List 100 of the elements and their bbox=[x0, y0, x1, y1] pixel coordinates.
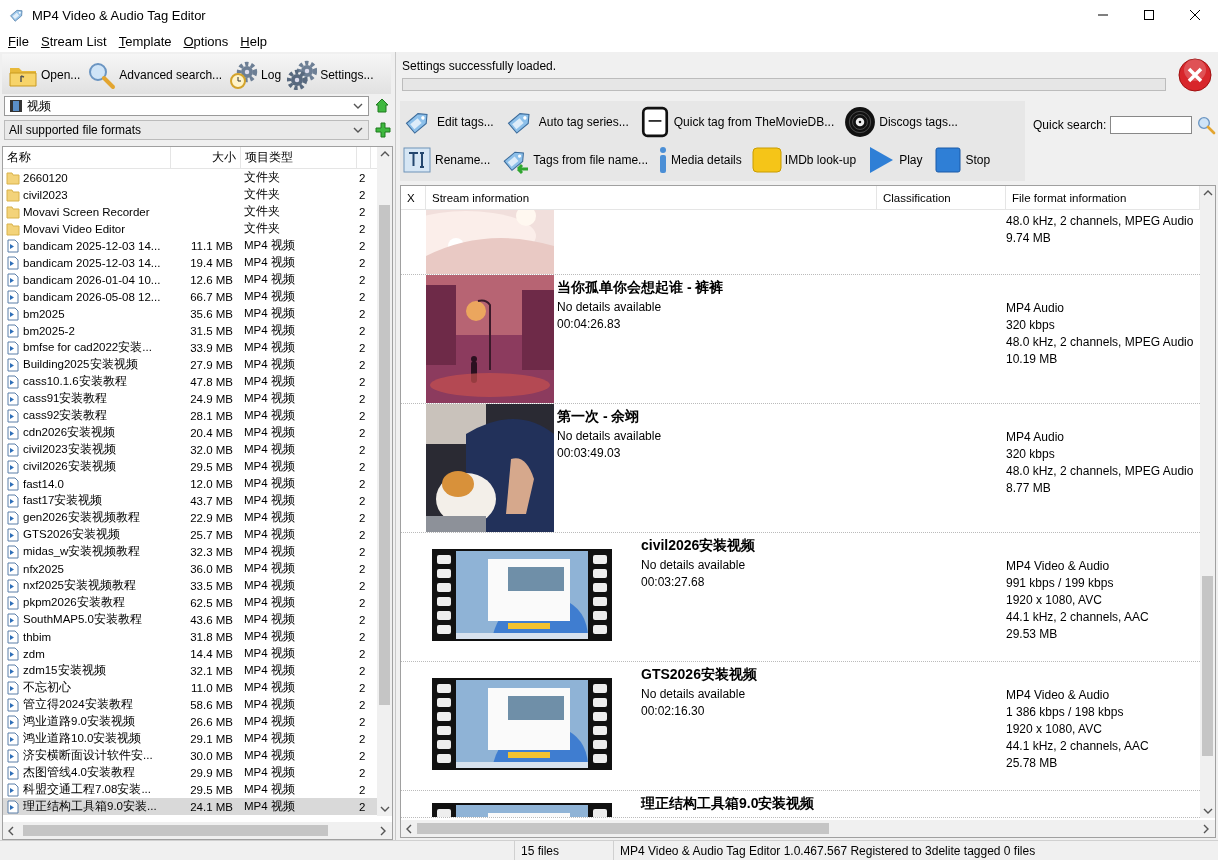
file-size: 22.9 MB bbox=[190, 511, 233, 524]
file-name: 鸿业道路10.0安装视频 bbox=[23, 731, 142, 746]
toolbar-button[interactable]: Advanced search... bbox=[86, 60, 223, 90]
file-type: 文件夹 bbox=[244, 170, 280, 185]
file-row[interactable]: 管立得2024安装教程 58.6 MB MP4 视频 2 bbox=[3, 696, 377, 713]
file-row[interactable]: cdn2026安装视频 20.4 MB MP4 视频 2 bbox=[3, 424, 377, 441]
toolbar-button[interactable]: Open... bbox=[8, 60, 81, 90]
toolbar-button[interactable]: Discogs tags... bbox=[844, 106, 958, 138]
scrollbar-thumb[interactable] bbox=[379, 205, 390, 705]
menu-item[interactable]: Options bbox=[177, 33, 235, 49]
file-row[interactable]: GTS2026安装视频 25.7 MB MP4 视频 2 bbox=[3, 526, 377, 543]
format-info: 48.0 kHz, 2 channels, MPEG Audio bbox=[1006, 463, 1195, 480]
arrow-icon[interactable] bbox=[375, 98, 391, 114]
file-row[interactable]: cass10.1.6安装教程 47.8 MB MP4 视频 2 bbox=[3, 373, 377, 390]
file-name: gen2026安装视频教程 bbox=[23, 510, 140, 525]
file-row[interactable]: midas_w安装视频教程 32.3 MB MP4 视频 2 bbox=[3, 543, 377, 560]
file-name: 鸿业道路9.0安装视频 bbox=[23, 714, 135, 729]
column-header[interactable]: Classification bbox=[877, 186, 1006, 209]
folder-icon bbox=[6, 170, 20, 185]
folder-dropdown[interactable]: 视频 bbox=[4, 96, 369, 116]
file-type: MP4 视频 bbox=[244, 680, 295, 695]
close-icon[interactable] bbox=[1178, 58, 1212, 92]
toolbar-button[interactable]: Settings... bbox=[287, 60, 374, 90]
file-row[interactable]: civil2026安装视频 29.5 MB MP4 视频 2 bbox=[3, 458, 377, 475]
file-row[interactable]: gen2026安装视频教程 22.9 MB MP4 视频 2 bbox=[3, 509, 377, 526]
file-row[interactable]: 杰图管线4.0安装教程 29.9 MB MP4 视频 2 bbox=[3, 764, 377, 781]
file-row[interactable]: bandicam 2025-12-03 14... 19.4 MB MP4 视频 2 bbox=[3, 254, 377, 271]
file-row[interactable]: bm2025-2 31.5 MB MP4 视频 2 bbox=[3, 322, 377, 339]
video-file-icon bbox=[6, 544, 20, 559]
add-icon[interactable] bbox=[375, 122, 391, 138]
column-header[interactable]: 项目类型 bbox=[241, 147, 357, 168]
file-row[interactable]: 鸿业道路10.0安装视频 29.1 MB MP4 视频 2 bbox=[3, 730, 377, 747]
file-row[interactable]: zdm 14.4 MB MP4 视频 2 bbox=[3, 645, 377, 662]
file-row[interactable]: 2660120 文件夹 2 bbox=[3, 169, 377, 186]
scrollbar-thumb[interactable] bbox=[417, 823, 829, 834]
file-row[interactable]: 科盟交通工程7.08安装... 29.5 MB MP4 视频 2 bbox=[3, 781, 377, 798]
file-row[interactable]: fast17安装视频 43.7 MB MP4 视频 2 bbox=[3, 492, 377, 509]
table-cell: 2 bbox=[359, 783, 366, 796]
file-row[interactable]: civil2023安装视频 32.0 MB MP4 视频 2 bbox=[3, 441, 377, 458]
file-row[interactable]: fast14.0 12.0 MB MP4 视频 2 bbox=[3, 475, 377, 492]
toolbar-button[interactable]: Quick tag from TheMovieDB... bbox=[638, 106, 835, 138]
file-size: 30.0 MB bbox=[190, 749, 233, 762]
file-row[interactable]: 理正结构工具箱9.0安装... 24.1 MB MP4 视频 2 bbox=[3, 798, 377, 815]
search-icon[interactable] bbox=[1196, 115, 1217, 135]
file-row[interactable]: Movavi Screen Recorder 文件夹 2 bbox=[3, 203, 377, 220]
column-header[interactable]: 大小 bbox=[171, 147, 241, 168]
menu-item[interactable]: Stream List bbox=[34, 33, 113, 49]
file-row[interactable]: Movavi Video Editor 文件夹 2 bbox=[3, 220, 377, 237]
file-type: MP4 视频 bbox=[244, 340, 295, 355]
file-row[interactable]: Building2025安装视频 27.9 MB MP4 视频 2 bbox=[3, 356, 377, 373]
table-cell: 2 bbox=[359, 545, 366, 558]
file-type: MP4 视频 bbox=[244, 578, 295, 593]
file-row[interactable]: cass92安装教程 28.1 MB MP4 视频 2 bbox=[3, 407, 377, 424]
file-row[interactable]: civil2023 文件夹 2 bbox=[3, 186, 377, 203]
toolbar-button[interactable]: Play bbox=[866, 145, 923, 175]
file-row[interactable]: nfx2025 36.0 MB MP4 视频 2 bbox=[3, 560, 377, 577]
toolbar-button[interactable]: Log bbox=[228, 60, 282, 90]
table-cell: 2 bbox=[359, 273, 366, 286]
toolbar-button[interactable]: Tags from file name... bbox=[500, 145, 649, 175]
file-name: Movavi Screen Recorder bbox=[23, 205, 150, 218]
menu-item[interactable]: Template bbox=[112, 33, 178, 49]
search-field[interactable] bbox=[1110, 116, 1193, 134]
toolbar-button[interactable]: Edit tags... bbox=[402, 106, 494, 138]
file-row[interactable]: bandicam 2026-01-04 10... 12.6 MB MP4 视频 2 bbox=[3, 271, 377, 288]
scrollbar-thumb[interactable] bbox=[23, 825, 328, 836]
horizontal-scrollbar[interactable] bbox=[401, 820, 1215, 837]
maximize-icon bbox=[1144, 10, 1154, 20]
file-row[interactable]: bmfse for cad2022安装... 33.9 MB MP4 视频 2 bbox=[3, 339, 377, 356]
file-row[interactable]: thbim 31.8 MB MP4 视频 2 bbox=[3, 628, 377, 645]
video-file-icon bbox=[6, 442, 20, 457]
column-header[interactable]: Stream information bbox=[426, 186, 877, 209]
video-file-icon bbox=[6, 289, 20, 304]
vertical-scrollbar[interactable] bbox=[377, 147, 392, 816]
file-row[interactable]: bm2025 35.6 MB MP4 视频 2 bbox=[3, 305, 377, 322]
file-name: 管立得2024安装教程 bbox=[23, 697, 133, 712]
menu-item[interactable]: Help bbox=[234, 33, 274, 49]
file-row[interactable]: bandicam 2026-05-08 12... 66.7 MB MP4 视频 2 bbox=[3, 288, 377, 305]
toolbar-button[interactable]: Rename... bbox=[402, 145, 491, 175]
scrollbar-thumb[interactable] bbox=[1202, 576, 1213, 756]
column-header[interactable]: X bbox=[401, 186, 426, 209]
file-row[interactable]: nxf2025安装视频教程 33.5 MB MP4 视频 2 bbox=[3, 577, 377, 594]
toolbar-button[interactable]: Auto tag series... bbox=[503, 106, 629, 138]
column-header[interactable]: 名称 bbox=[3, 147, 171, 168]
file-row[interactable]: 不忘初心 11.0 MB MP4 视频 2 bbox=[3, 679, 377, 696]
file-row[interactable]: cass91安装教程 24.9 MB MP4 视频 2 bbox=[3, 390, 377, 407]
vertical-scrollbar[interactable] bbox=[1200, 186, 1215, 818]
file-row[interactable]: pkpm2026安装教程 62.5 MB MP4 视频 2 bbox=[3, 594, 377, 611]
file-name: 不忘初心 bbox=[23, 680, 71, 695]
format-dropdown[interactable]: All supported file formats bbox=[4, 120, 369, 140]
toolbar-button[interactable]: Media details bbox=[658, 145, 742, 175]
file-row[interactable]: SouthMAP5.0安装教程 43.6 MB MP4 视频 2 bbox=[3, 611, 377, 628]
file-name: 理正结构工具箱9.0安装... bbox=[23, 799, 157, 814]
file-row[interactable]: bandicam 2025-12-03 14... 11.1 MB MP4 视频 2 bbox=[3, 237, 377, 254]
toolbar-button[interactable]: Stop bbox=[932, 145, 991, 175]
horizontal-scrollbar[interactable] bbox=[3, 822, 392, 839]
menu-item[interactable]: File bbox=[2, 33, 35, 49]
file-row[interactable]: 鸿业道路9.0安装视频 26.6 MB MP4 视频 2 bbox=[3, 713, 377, 730]
file-row[interactable]: zdm15安装视频 32.1 MB MP4 视频 2 bbox=[3, 662, 377, 679]
file-row[interactable]: 济安横断面设计软件安... 30.0 MB MP4 视频 2 bbox=[3, 747, 377, 764]
toolbar-button[interactable]: IMDb look-up bbox=[751, 145, 857, 175]
